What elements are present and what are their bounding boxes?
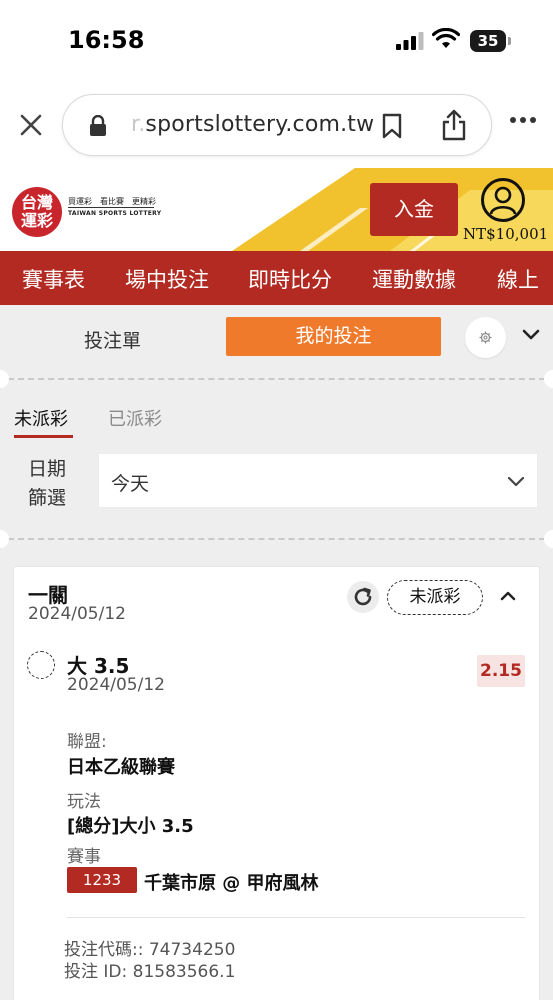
wifi-icon — [432, 28, 460, 48]
logo-english-name: TAIWAN SPORTS LOTTERY — [68, 210, 162, 217]
status-badge: 未派彩 — [387, 580, 483, 615]
status-bar: 16:58 35 — [0, 0, 553, 80]
divider-notch — [544, 370, 553, 388]
logo-divider — [68, 207, 154, 208]
nav-item-live-betting[interactable]: 場中投注 — [125, 264, 209, 294]
event-name: 千葉市原 @ 甲府風林 — [144, 873, 319, 894]
lock-icon — [90, 115, 106, 136]
active-subtab-indicator — [14, 435, 73, 438]
tab-betslip[interactable]: 投注單 — [84, 326, 141, 353]
bookmark-icon[interactable] — [381, 113, 403, 139]
user-account-icon[interactable] — [481, 178, 525, 222]
close-icon[interactable] — [18, 112, 44, 138]
address-bar[interactable]: r.sportslottery.com.tw — [62, 94, 492, 156]
divider-notch — [0, 530, 9, 548]
gear-icon — [479, 331, 492, 344]
share-icon[interactable] — [441, 109, 467, 141]
card-divider — [67, 917, 525, 918]
event-label: 賽事 — [67, 847, 101, 867]
settings-button[interactable] — [465, 317, 506, 358]
nav-item-sports-stats[interactable]: 運動數據 — [372, 264, 456, 294]
status-time: 16:58 — [68, 26, 145, 54]
refresh-button[interactable] — [347, 581, 379, 613]
chevron-down-icon[interactable] — [522, 329, 540, 341]
person-icon — [489, 186, 517, 215]
browser-toolbar: r.sportslottery.com.tw — [0, 80, 553, 168]
bet-id: 投注 ID: 81583566.1 — [64, 962, 236, 982]
more-options-icon[interactable] — [509, 116, 537, 124]
taiwan-sports-lottery-logo[interactable]: 台灣運彩 — [12, 187, 62, 237]
divider-notch — [0, 370, 9, 388]
chevron-up-icon[interactable] — [500, 591, 516, 601]
url-text: r.sportslottery.com.tw — [131, 112, 374, 137]
subtab-settled[interactable]: 已派彩 — [108, 405, 162, 431]
cellular-signal-icon — [396, 32, 424, 50]
selection-date: 2024/05/12 — [67, 675, 165, 695]
bet-panel: 投注單 我的投注 未派彩 已派彩 日期 篩選 今天 一關 2024/05/12 — [0, 305, 553, 1000]
site-header: 台灣運彩 買運彩 看比賽 更精彩 TAIWAN SPORTS LOTTERY 入… — [0, 168, 553, 251]
url-domain: sportslottery.com.tw — [145, 112, 375, 137]
logo-slogan: 買運彩 看比賽 更精彩 — [68, 197, 156, 206]
event-id-badge: 1233 — [67, 867, 137, 893]
main-navigation: 賽事表 場中投注 即時比分 運動數據 線上 — [0, 251, 553, 305]
account-balance: NT$10,001 — [463, 225, 549, 243]
nav-item-online[interactable]: 線上 — [497, 264, 539, 294]
refresh-icon — [354, 587, 372, 606]
section-divider — [8, 538, 545, 540]
date-filter-value: 今天 — [111, 473, 150, 495]
battery-icon: 35 — [470, 30, 511, 52]
league-value: 日本乙級聯賽 — [67, 757, 175, 778]
selection-status-icon — [27, 651, 55, 679]
url-prefix: r. — [131, 112, 146, 137]
tab-my-bets[interactable]: 我的投注 — [226, 317, 441, 356]
section-divider — [8, 378, 545, 380]
bet-card: 一關 2024/05/12 未派彩 大 3.5 2024/05/12 2.15 … — [13, 566, 540, 1000]
nav-item-live-scores[interactable]: 即時比分 — [248, 264, 332, 294]
market-label: 玩法 — [67, 792, 101, 812]
league-label: 聯盟: — [67, 732, 107, 752]
date-filter-select[interactable]: 今天 — [98, 453, 538, 508]
chevron-down-icon — [507, 476, 525, 487]
deposit-button[interactable]: 入金 — [370, 183, 458, 236]
odds-badge: 2.15 — [477, 655, 525, 687]
bet-date: 2024/05/12 — [28, 604, 126, 624]
date-filter-label: 日期 篩選 — [28, 458, 67, 509]
nav-item-schedule[interactable]: 賽事表 — [22, 264, 85, 294]
subtab-unsettled[interactable]: 未派彩 — [14, 405, 68, 431]
divider-notch — [544, 530, 553, 548]
market-value: [總分]大小 3.5 — [67, 816, 194, 837]
